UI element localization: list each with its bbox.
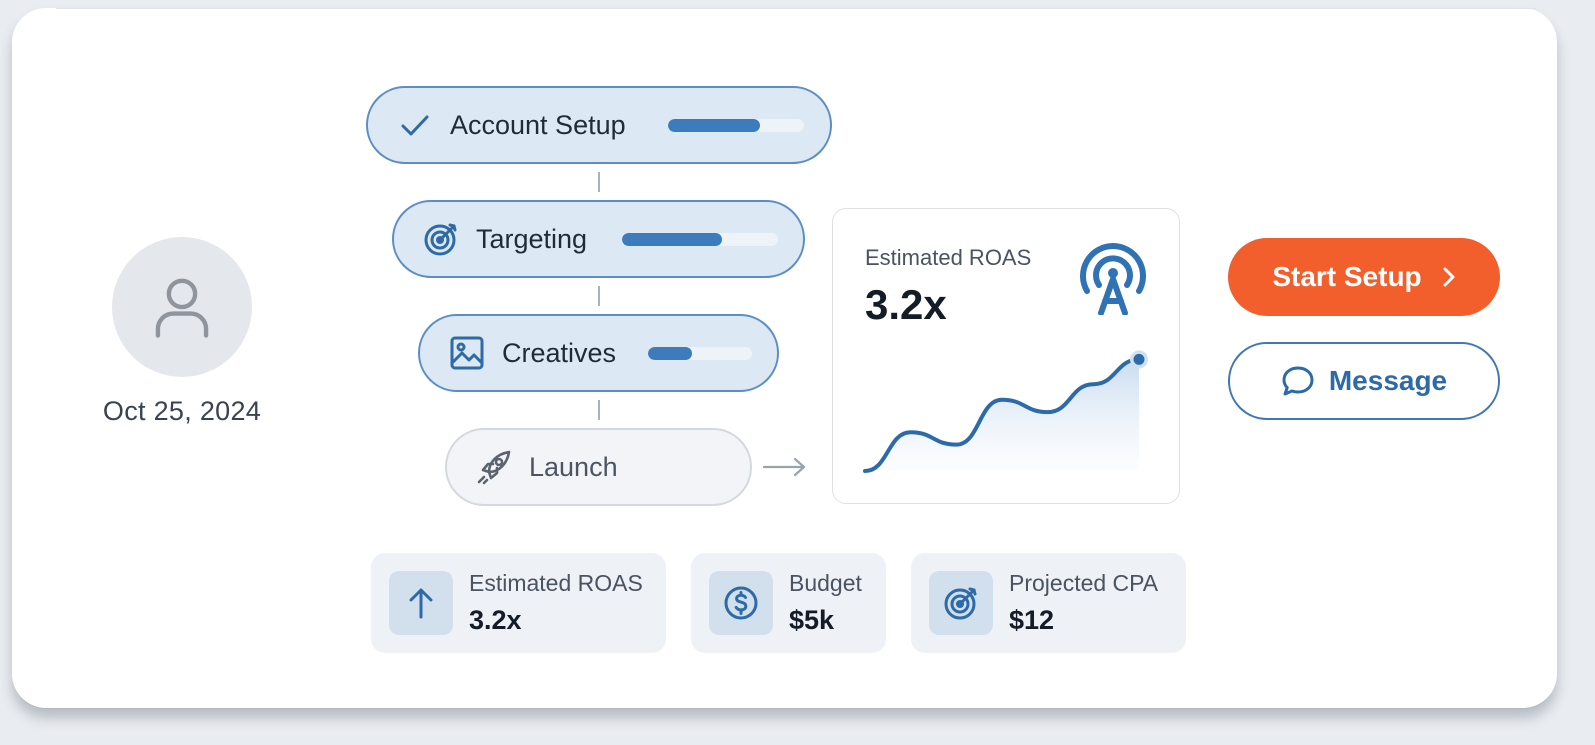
stat-value: $5k — [789, 605, 835, 635]
start-setup-label: Start Setup — [1272, 261, 1422, 292]
chat-bubble-icon — [1282, 366, 1314, 396]
target-icon — [929, 571, 993, 635]
step-launch[interactable]: Launch — [445, 428, 752, 506]
message-button[interactable]: Message — [1228, 342, 1500, 420]
chart-area — [865, 359, 1139, 471]
message-label: Message — [1328, 365, 1448, 396]
rocket-icon — [475, 448, 513, 486]
step-connector — [598, 400, 600, 420]
step-label: Creatives — [502, 337, 617, 368]
image-icon — [448, 334, 486, 372]
step-progress-bar — [622, 233, 778, 246]
dollar-icon — [709, 571, 773, 635]
stat-value: $12 — [1009, 605, 1055, 635]
start-setup-button[interactable]: Start Setup — [1228, 238, 1500, 316]
stat-value: 3.2x — [469, 605, 522, 635]
chevron-right-icon — [1443, 267, 1455, 287]
stat-label: Estimated ROAS — [469, 570, 643, 596]
roas-chart-card: Estimated ROAS 3.2x — [832, 208, 1180, 504]
check-icon — [396, 106, 434, 144]
step-label: Launch — [529, 451, 618, 482]
arrow-right-icon — [762, 457, 806, 477]
avatar — [112, 237, 252, 377]
stat-label: Budget — [789, 570, 862, 596]
broadcast-icon — [1080, 243, 1146, 315]
arrow-up-icon — [389, 571, 453, 635]
step-connector — [598, 286, 600, 306]
stat-estimated-roas: Estimated ROAS 3.2x — [371, 553, 666, 653]
stat-label: Projected CPA — [1009, 570, 1159, 596]
user-icon — [155, 278, 209, 338]
step-account-setup[interactable]: Account Setup — [366, 86, 832, 164]
stat-budget: Budget $5k — [691, 553, 886, 653]
step-connector — [598, 172, 600, 192]
step-targeting[interactable]: Targeting — [392, 200, 805, 278]
chart-end-point — [1133, 353, 1145, 365]
profile-date: Oct 25, 2024 — [102, 396, 262, 426]
chart-title: Estimated ROAS — [865, 245, 1032, 270]
step-progress-bar — [648, 347, 752, 360]
target-icon — [422, 220, 460, 258]
stat-projected-cpa: Projected CPA $12 — [911, 553, 1186, 653]
step-progress-bar — [668, 119, 804, 132]
top-divider — [56, 8, 1536, 9]
step-label: Account Setup — [450, 109, 626, 140]
step-creatives[interactable]: Creatives — [418, 314, 779, 392]
step-label: Targeting — [476, 223, 588, 254]
roas-line-chart — [863, 350, 1148, 473]
chart-value: 3.2x — [865, 281, 947, 328]
